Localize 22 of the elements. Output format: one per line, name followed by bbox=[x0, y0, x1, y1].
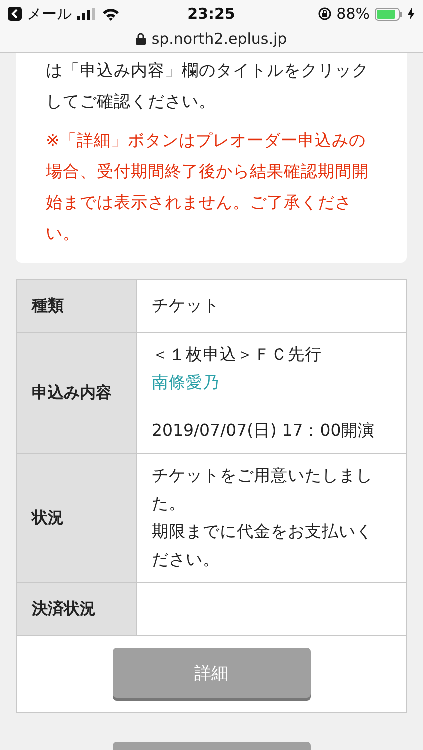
row-label: 状況 bbox=[17, 454, 137, 582]
row-label: 決済状況 bbox=[17, 583, 137, 635]
cell-text: 2019/07/07(日) 17：00開演 bbox=[152, 420, 376, 442]
row-label: 種類 bbox=[17, 280, 137, 332]
cell-text: チケットをご用意いたしました。 bbox=[152, 465, 374, 515]
notice-text: は「申込み内容」欄のタイトルをクリックしてご確認ください。 bbox=[46, 60, 370, 113]
signal-icon bbox=[77, 8, 97, 20]
lock-icon bbox=[136, 33, 146, 45]
charging-icon bbox=[408, 8, 415, 20]
wifi-icon bbox=[102, 8, 120, 20]
rotation-lock-icon bbox=[318, 7, 332, 21]
cell-text: 期限までに代金をお支払いください。 bbox=[152, 521, 374, 571]
clock-time: 23:25 bbox=[188, 5, 236, 23]
cell-text: ＜１枚申込＞ＦＣ先行 bbox=[152, 344, 323, 366]
cell-text: チケット bbox=[152, 295, 221, 317]
back-app-label[interactable]: メール bbox=[27, 4, 72, 24]
battery-percentage: 88% bbox=[336, 5, 370, 23]
url-text[interactable]: sp.north2.eplus.jp bbox=[152, 30, 288, 48]
warning-text: ※「詳細」ボタンはプレオーダー申込みの場合、受付期間終了後から結果確認期間開始までは表示されません。ご了承ください。 bbox=[46, 130, 370, 245]
row-label: 申込み内容 bbox=[17, 333, 137, 453]
back-icon[interactable] bbox=[8, 7, 22, 21]
battery-icon bbox=[375, 8, 403, 20]
